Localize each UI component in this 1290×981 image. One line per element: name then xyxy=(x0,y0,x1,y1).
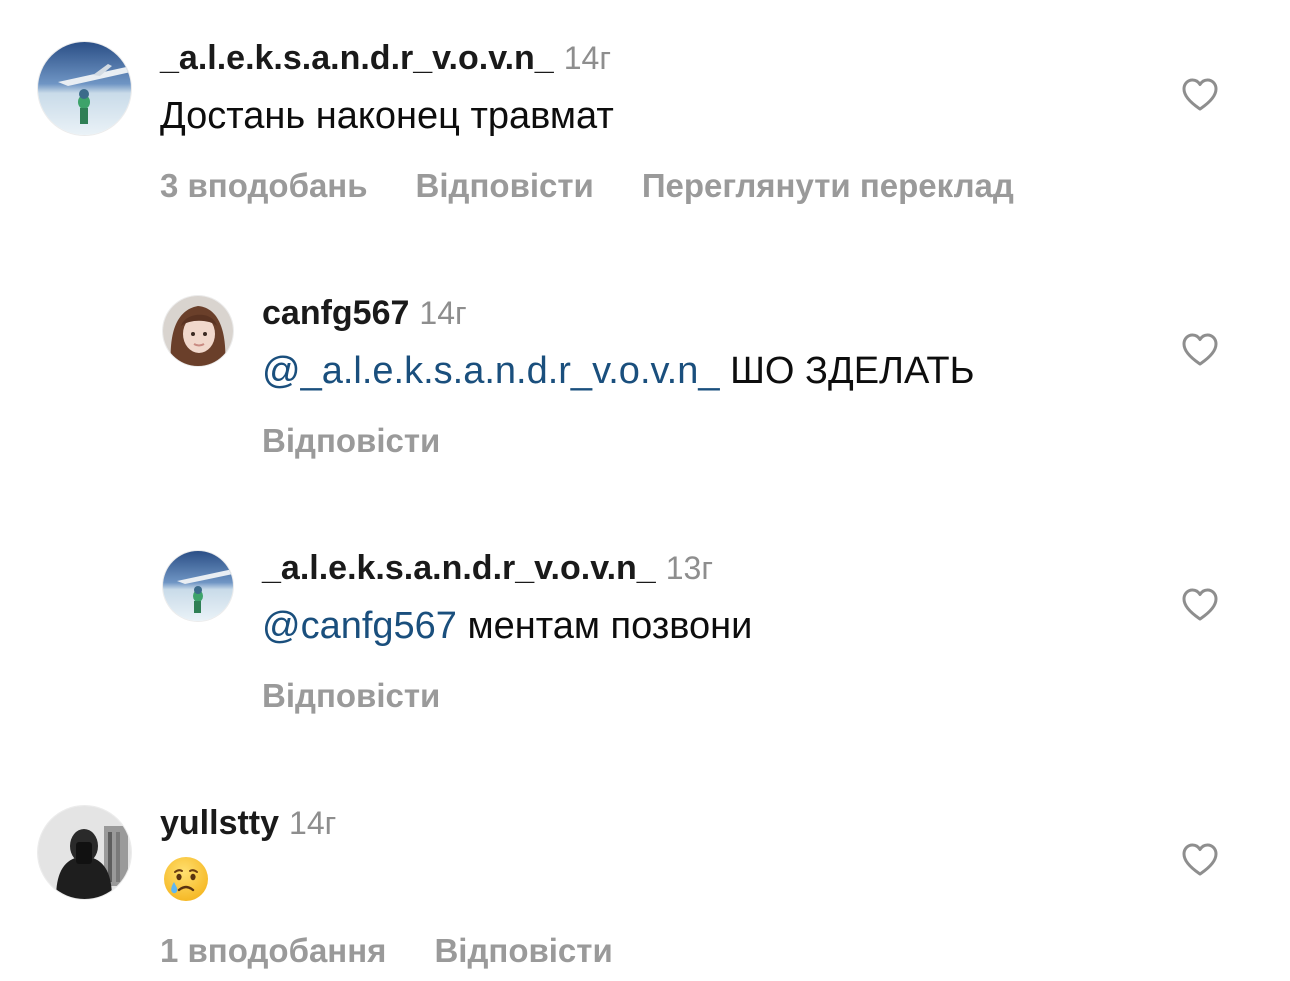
username[interactable]: _a.l.e.k.s.a.n.d.r_v.o.v.n_ xyxy=(160,39,554,77)
reply-button[interactable]: Відповісти xyxy=(262,677,440,714)
comment-text-content: ШО ЗДЕЛАТЬ xyxy=(719,350,975,392)
reply-button[interactable]: Відповісти xyxy=(262,422,440,459)
username[interactable]: yullstty xyxy=(160,804,279,842)
username[interactable]: _a.l.e.k.s.a.n.d.r_v.o.v.n_ xyxy=(262,549,656,587)
avatar[interactable] xyxy=(163,551,233,621)
reply-button[interactable]: Відповісти xyxy=(416,167,594,204)
avatar-image xyxy=(163,551,233,621)
comment-text: @_a.l.e.k.s.a.n.d.r_v.o.v.n_ ШО ЗДЕЛАТЬ xyxy=(262,348,975,394)
comment-actions: 3 вподобань Відповісти Переглянути перекла… xyxy=(160,166,1062,206)
timestamp: 13г xyxy=(665,550,713,586)
user-mention[interactable]: @_a.l.e.k.s.a.n.d.r_v.o.v.n_ xyxy=(262,350,720,392)
comment-text xyxy=(162,855,210,907)
crying-face-emoji xyxy=(162,855,210,903)
comment-header: yullstty 14г xyxy=(160,803,336,843)
avatar-image xyxy=(38,806,131,899)
comment-actions: Відповісти xyxy=(262,421,488,461)
likes-count[interactable]: 1 вподобання xyxy=(160,932,386,969)
reply-button[interactable]: Відповісти xyxy=(434,932,612,969)
heart-outline-icon xyxy=(1182,78,1218,111)
timestamp: 14г xyxy=(563,40,611,76)
heart-outline-icon xyxy=(1182,843,1218,876)
avatar-image xyxy=(38,42,131,135)
username[interactable]: canfg567 xyxy=(262,294,409,332)
like-button[interactable] xyxy=(1182,78,1218,111)
heart-outline-icon xyxy=(1182,588,1218,621)
user-mention[interactable]: @canfg567 xyxy=(262,605,457,647)
avatar[interactable] xyxy=(38,806,131,899)
see-translation-button[interactable]: Переглянути переклад xyxy=(642,167,1014,204)
timestamp: 14г xyxy=(289,805,337,841)
comment-text-content: ментам позвони xyxy=(456,605,753,647)
like-button[interactable] xyxy=(1182,333,1218,366)
comment-actions: Відповісти xyxy=(262,676,488,716)
comment-header: _a.l.e.k.s.a.n.d.r_v.o.v.n_ 14г xyxy=(160,38,611,78)
avatar-image xyxy=(163,296,233,366)
comment-header: _a.l.e.k.s.a.n.d.r_v.o.v.n_ 13г xyxy=(262,548,713,588)
like-button[interactable] xyxy=(1182,588,1218,621)
heart-outline-icon xyxy=(1182,333,1218,366)
comment-text: Достань наконец травмат xyxy=(160,95,614,137)
avatar[interactable] xyxy=(38,42,131,135)
comment-text: @canfg567 ментам позвони xyxy=(262,603,752,649)
comment-header: canfg567 14г xyxy=(262,293,467,333)
like-button[interactable] xyxy=(1182,843,1218,876)
timestamp: 14г xyxy=(419,295,467,331)
avatar[interactable] xyxy=(163,296,233,366)
likes-count[interactable]: 3 вподобань xyxy=(160,167,368,204)
comment-actions: 1 вподобання Відповісти xyxy=(160,931,661,971)
